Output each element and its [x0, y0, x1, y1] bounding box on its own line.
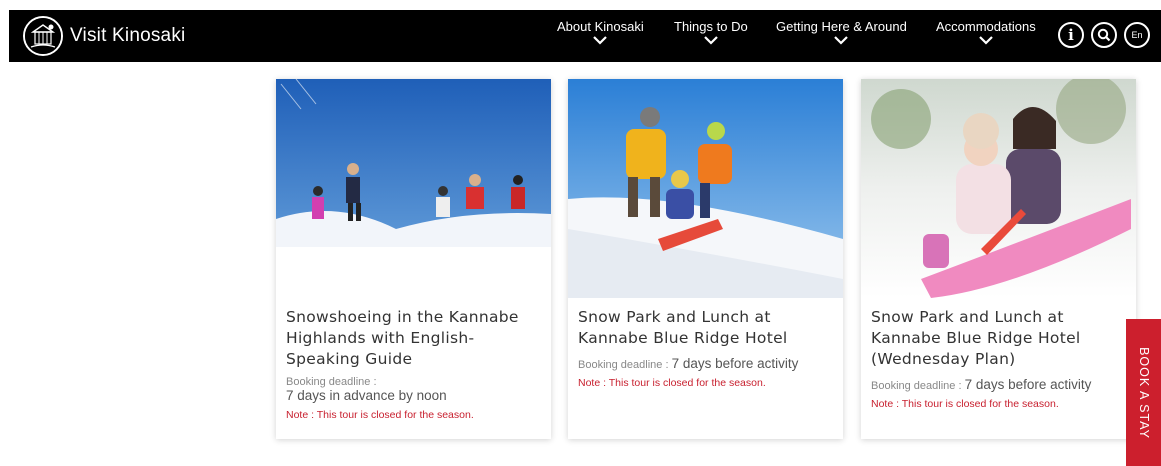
- nav-label: Getting Here & Around: [776, 19, 907, 34]
- deadline-value: 7 days in advance by noon: [286, 388, 447, 403]
- chevron-down-icon: [704, 36, 718, 45]
- deadline-label: Booking deadline :: [871, 380, 965, 392]
- tour-image-snowshoeing: [276, 79, 551, 247]
- nav-label: Accommodations: [936, 19, 1036, 34]
- deadline-label: Booking deadline :: [578, 359, 672, 371]
- tour-title[interactable]: Snow Park and Lunch at Kannabe Blue Ridg…: [871, 307, 1128, 370]
- nav-getting-here-around[interactable]: Getting Here & Around: [776, 19, 907, 45]
- tour-card-snow-park-wednesday[interactable]: Snow Park and Lunch at Kannabe Blue Ridg…: [861, 79, 1136, 439]
- chevron-down-icon: [979, 36, 993, 45]
- site-header: Visit Kinosaki About Kinosaki Things to …: [9, 10, 1161, 62]
- search-icon[interactable]: [1091, 22, 1117, 48]
- book-a-stay-label: BOOK A STAY: [1136, 346, 1151, 439]
- season-note: Note : This tour is closed for the seaso…: [871, 398, 1059, 410]
- tour-card-snow-park[interactable]: Snow Park and Lunch at Kannabe Blue Ridg…: [568, 79, 843, 439]
- chevron-down-icon: [834, 36, 849, 45]
- booking-deadline: Booking deadline : 7 days before activit…: [871, 376, 1128, 394]
- season-note: Note : This tour is closed for the seaso…: [578, 377, 766, 389]
- tour-image-snow-park-wednesday: [861, 79, 1136, 298]
- card-body: Snowshoeing in the Kannabe Highlands wit…: [286, 307, 543, 421]
- magnifier-glyph: [1097, 28, 1111, 42]
- language-icon[interactable]: En: [1124, 22, 1150, 48]
- booking-deadline: Booking deadline : 7 days in advance by …: [286, 376, 543, 403]
- book-a-stay-button[interactable]: BOOK A STAY: [1126, 319, 1161, 466]
- deadline-value: 7 days before activity: [964, 377, 1092, 392]
- nav-about-kinosaki[interactable]: About Kinosaki: [557, 19, 644, 45]
- info-glyph: i: [1068, 26, 1074, 44]
- deadline-label: Booking deadline :: [286, 376, 377, 388]
- card-body: Snow Park and Lunch at Kannabe Blue Ridg…: [578, 307, 835, 389]
- deadline-value: 7 days before activity: [671, 356, 799, 371]
- language-label: En: [1131, 30, 1143, 40]
- nav-accommodations[interactable]: Accommodations: [936, 19, 1036, 45]
- tour-card-snowshoeing[interactable]: Snowshoeing in the Kannabe Highlands wit…: [276, 79, 551, 439]
- season-note: Note : This tour is closed for the seaso…: [286, 409, 474, 421]
- booking-deadline: Booking deadline : 7 days before activit…: [578, 355, 835, 373]
- nav-things-to-do[interactable]: Things to Do: [674, 19, 748, 45]
- nav-label: About Kinosaki: [557, 19, 644, 34]
- info-icon[interactable]: i: [1058, 22, 1084, 48]
- nav-label: Things to Do: [674, 19, 748, 34]
- tour-title[interactable]: Snow Park and Lunch at Kannabe Blue Ridg…: [578, 307, 835, 349]
- card-body: Snow Park and Lunch at Kannabe Blue Ridg…: [871, 307, 1128, 410]
- chevron-down-icon: [593, 36, 608, 45]
- logo-text: Visit Kinosaki: [70, 25, 186, 46]
- logo[interactable]: Visit Kinosaki: [23, 16, 185, 56]
- tour-image-snow-park: [568, 79, 843, 298]
- kinosaki-logo-icon: [23, 16, 63, 56]
- tour-title[interactable]: Snowshoeing in the Kannabe Highlands wit…: [286, 307, 543, 370]
